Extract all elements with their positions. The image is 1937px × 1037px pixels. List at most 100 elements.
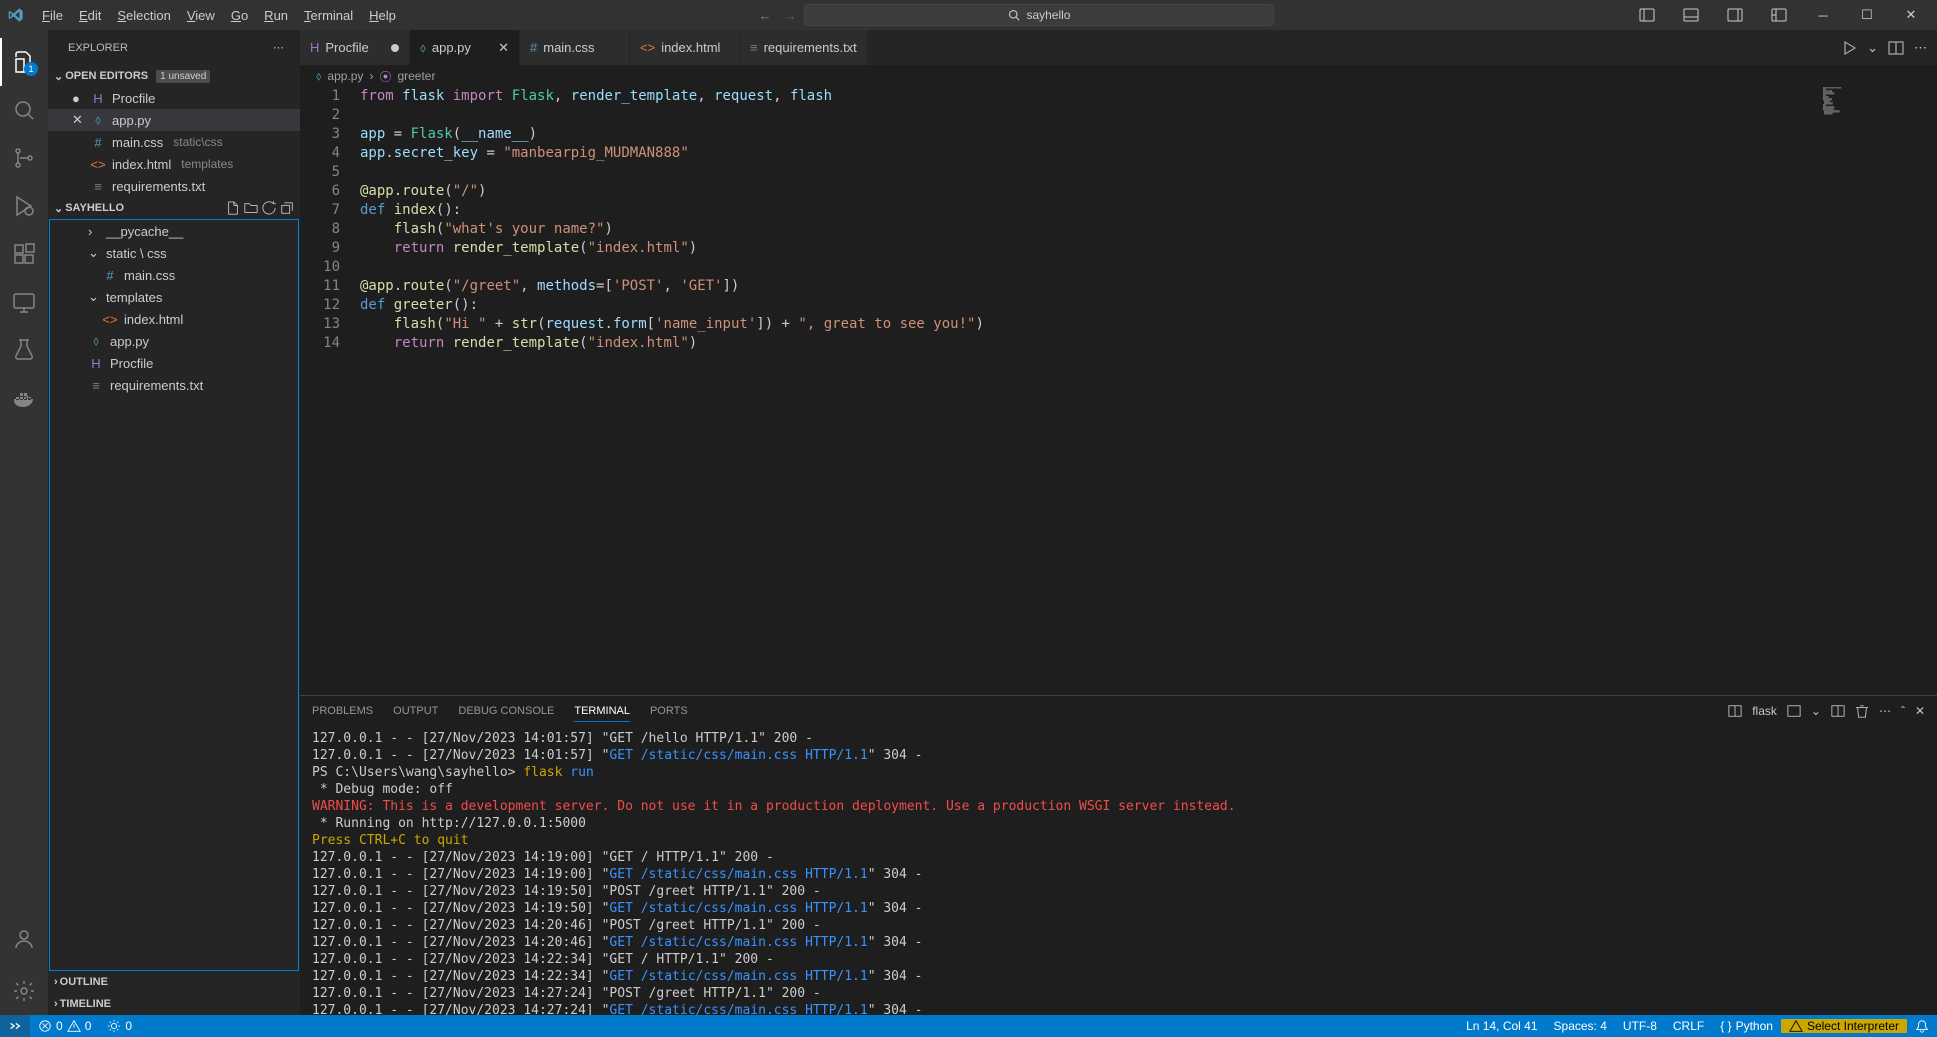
menu-terminal[interactable]: Terminal: [296, 4, 361, 27]
cursor-position[interactable]: Ln 14, Col 41: [1458, 1019, 1545, 1033]
minimap[interactable]: ████ ████ █████████ ████████████████████…: [1823, 87, 1923, 147]
folder-item[interactable]: ›__pycache__: [50, 220, 298, 242]
ports-status[interactable]: 0: [99, 1015, 140, 1037]
explorer-title: EXPLORER: [68, 42, 128, 54]
indentation-status[interactable]: Spaces: 4: [1546, 1019, 1615, 1033]
select-interpreter-button[interactable]: Select Interpreter: [1781, 1019, 1907, 1033]
dirty-indicator-icon: [391, 44, 399, 52]
activity-scm-icon[interactable]: [0, 134, 48, 182]
refresh-icon[interactable]: [262, 201, 276, 215]
menu-help[interactable]: Help: [361, 4, 404, 27]
menu-run[interactable]: Run: [256, 4, 296, 27]
tab-more-icon[interactable]: ⋯: [1914, 40, 1927, 56]
activity-docker-icon[interactable]: [0, 374, 48, 422]
heroku-file-icon: H: [88, 356, 104, 371]
toggle-panel-right-icon[interactable]: [1717, 1, 1753, 29]
css-file-icon: #: [102, 268, 118, 283]
file-item[interactable]: ⬨app.py: [50, 330, 298, 352]
split-editor-icon[interactable]: [1888, 40, 1904, 56]
new-terminal-dropdown-icon[interactable]: ⌄: [1811, 704, 1821, 718]
terminal-output[interactable]: 127.0.0.1 - - [27/Nov/2023 14:01:57] "GE…: [300, 726, 1937, 1015]
window-close-icon[interactable]: ✕: [1893, 1, 1929, 29]
split-terminal-icon[interactable]: [1831, 704, 1845, 718]
panel-tab-terminal[interactable]: TERMINAL: [574, 701, 630, 722]
encoding-status[interactable]: UTF-8: [1615, 1019, 1665, 1033]
new-file-icon[interactable]: [226, 201, 240, 215]
folder-item[interactable]: ⌄static \ css: [50, 242, 298, 264]
window-minimize-icon[interactable]: ─: [1805, 1, 1841, 29]
activity-explorer-icon[interactable]: 1: [0, 38, 48, 86]
activitybar: 1: [0, 30, 48, 1015]
window-maximize-icon[interactable]: ☐: [1849, 1, 1885, 29]
vscode-logo-icon: [8, 7, 24, 23]
run-icon[interactable]: [1841, 40, 1857, 56]
search-label: sayhello: [1026, 8, 1070, 22]
kill-terminal-icon[interactable]: [1855, 704, 1869, 718]
tab-app-py[interactable]: ⬨app.py✕: [410, 30, 520, 65]
problems-status[interactable]: 0 0: [30, 1015, 99, 1037]
tab-index-html[interactable]: <>index.html: [630, 30, 740, 65]
tab-Procfile[interactable]: HProcfile: [300, 30, 410, 65]
customize-layout-icon[interactable]: [1761, 1, 1797, 29]
timeline-header[interactable]: › TIMELINE: [48, 993, 300, 1015]
nav-forward-icon[interactable]: →: [783, 8, 796, 23]
html-file-icon: <>: [90, 157, 106, 172]
txt-file-icon: ≡: [90, 179, 106, 194]
open-editor-item[interactable]: ●HProcfile: [48, 87, 300, 109]
eol-status[interactable]: CRLF: [1665, 1019, 1712, 1033]
notifications-icon[interactable]: [1907, 1019, 1937, 1033]
remote-button[interactable]: [0, 1015, 30, 1037]
new-terminal-icon[interactable]: [1787, 704, 1801, 718]
open-editors-header[interactable]: ⌄ OPEN EDITORS 1 unsaved: [48, 65, 300, 87]
activity-testing-icon[interactable]: [0, 326, 48, 374]
menu-selection[interactable]: Selection: [109, 4, 178, 27]
explorer-more-icon[interactable]: ⋯: [273, 41, 284, 54]
file-item[interactable]: HProcfile: [50, 352, 298, 374]
activity-search-icon[interactable]: [0, 86, 48, 134]
new-folder-icon[interactable]: [244, 201, 258, 215]
activity-extensions-icon[interactable]: [0, 230, 48, 278]
open-editor-item[interactable]: ✕⬨app.py: [48, 109, 300, 131]
collapse-all-icon[interactable]: [280, 201, 294, 215]
unsaved-badge: 1 unsaved: [156, 70, 210, 83]
panel-tabs: PROBLEMS OUTPUT DEBUG CONSOLE TERMINAL PORTS…: [300, 696, 1937, 726]
breadcrumb[interactable]: ⬨ app.py › ⦿ greeter: [300, 65, 1937, 87]
file-item[interactable]: ≡requirements.txt: [50, 374, 298, 396]
activity-account-icon[interactable]: [0, 915, 48, 963]
command-center-search[interactable]: sayhello: [804, 4, 1274, 26]
tab-main-css[interactable]: #main.css: [520, 30, 630, 65]
activity-debug-icon[interactable]: [0, 182, 48, 230]
open-editor-item[interactable]: <>index.htmltemplates: [48, 153, 300, 175]
panel-tab-debug-console[interactable]: DEBUG CONSOLE: [458, 701, 554, 722]
panel-tab-ports[interactable]: PORTS: [650, 701, 688, 722]
terminal-name[interactable]: flask: [1752, 704, 1777, 718]
file-item[interactable]: <>index.html: [50, 308, 298, 330]
menu-view[interactable]: View: [179, 4, 223, 27]
panel-more-icon[interactable]: ⋯: [1879, 704, 1891, 718]
maximize-panel-icon[interactable]: ˆ: [1901, 704, 1905, 718]
activity-remote-icon[interactable]: [0, 278, 48, 326]
nav-back-icon[interactable]: ←: [758, 8, 771, 23]
panel-tab-problems[interactable]: PROBLEMS: [312, 701, 373, 722]
outline-header[interactable]: › OUTLINE: [48, 971, 300, 993]
terminal-profile-icon[interactable]: [1728, 704, 1742, 718]
tab-requirements-txt[interactable]: ≡requirements.txt: [740, 30, 868, 65]
toggle-panel-left-icon[interactable]: [1629, 1, 1665, 29]
py-file-icon: ⬨: [420, 40, 426, 56]
panel-tab-output[interactable]: OUTPUT: [393, 701, 438, 722]
menu-go[interactable]: Go: [223, 4, 256, 27]
toggle-panel-bottom-icon[interactable]: [1673, 1, 1709, 29]
folder-item[interactable]: ⌄templates: [50, 286, 298, 308]
close-tab-icon[interactable]: ✕: [498, 40, 509, 56]
run-dropdown-icon[interactable]: ⌄: [1867, 40, 1878, 56]
language-mode[interactable]: { } Python: [1712, 1019, 1781, 1033]
menu-edit[interactable]: Edit: [71, 4, 109, 27]
file-item[interactable]: #main.css: [50, 264, 298, 286]
folder-header[interactable]: ⌄ SAYHELLO: [48, 197, 300, 219]
open-editor-item[interactable]: #main.cssstatic\css: [48, 131, 300, 153]
activity-settings-icon[interactable]: [0, 967, 48, 1015]
open-editor-item[interactable]: ≡requirements.txt: [48, 175, 300, 197]
close-panel-icon[interactable]: ✕: [1915, 704, 1925, 718]
editor-body[interactable]: 1234567891011121314 from flask import Fl…: [300, 87, 1937, 695]
menu-file[interactable]: File: [34, 4, 71, 27]
